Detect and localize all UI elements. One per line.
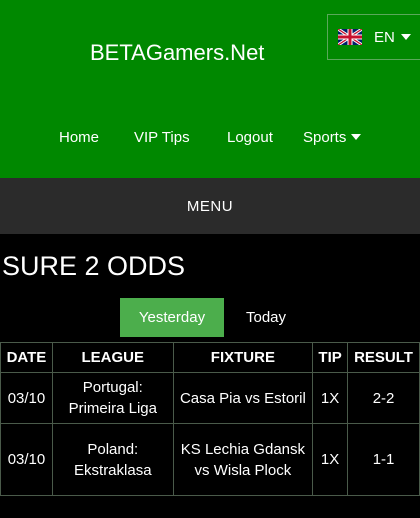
- tab-yesterday[interactable]: Yesterday: [120, 298, 224, 337]
- table-row: 03/10 Poland: Ekstraklasa KS Lechia Gdan…: [0, 423, 420, 496]
- header-league: LEAGUE: [51, 342, 174, 373]
- cell-league: Poland: Ekstraklasa: [51, 423, 174, 496]
- nav-vip-tips[interactable]: VIP Tips: [134, 129, 190, 146]
- language-code: EN: [374, 28, 395, 46]
- uk-flag-icon: [337, 27, 363, 47]
- nav-home[interactable]: Home: [59, 129, 99, 146]
- cell-result: 1-1: [347, 423, 420, 496]
- nav-sports[interactable]: Sports: [303, 129, 362, 146]
- page-title: SURE 2 ODDS: [2, 251, 186, 281]
- site-title[interactable]: BETAGamers.Net: [90, 40, 264, 66]
- tab-today[interactable]: Today: [224, 298, 308, 337]
- chevron-down-icon: [400, 34, 411, 40]
- cell-date: 03/10: [0, 423, 53, 496]
- table-header-row: DATE LEAGUE FIXTURE TIP RESULT: [0, 342, 420, 373]
- header-date: DATE: [0, 342, 53, 373]
- caret-down-icon: [351, 134, 362, 140]
- menu-label: MENU: [186, 197, 234, 215]
- header-result: RESULT: [347, 342, 420, 373]
- cell-league: Portugal: Primeira Liga: [51, 372, 174, 424]
- table-row: 03/10 Portugal: Primeira Liga Casa Pia v…: [0, 372, 420, 424]
- cell-tip: 1X: [312, 372, 349, 424]
- cell-fixture: KS Lechia Gdansk vs Wisla Plock: [172, 423, 314, 496]
- header-fixture: FIXTURE: [172, 342, 314, 373]
- language-selector[interactable]: EN: [327, 14, 420, 60]
- nav-sports-label: Sports: [303, 129, 347, 146]
- cell-tip: 1X: [312, 423, 349, 496]
- cell-fixture: Casa Pia vs Estoril: [172, 372, 314, 424]
- day-tabs: Yesterday Today: [120, 298, 308, 337]
- nav-logout[interactable]: Logout: [227, 129, 273, 146]
- site-header: BETAGamers.Net EN Home VIP Tips Logout S…: [0, 0, 420, 178]
- cell-date: 03/10: [0, 372, 53, 424]
- cell-result: 2-2: [347, 372, 420, 424]
- header-tip: TIP: [312, 342, 349, 373]
- main-nav: Home VIP Tips Logout Sports: [0, 129, 420, 149]
- menu-toggle[interactable]: MENU: [0, 178, 420, 234]
- odds-table: DATE LEAGUE FIXTURE TIP RESULT 03/10 Por…: [0, 342, 420, 496]
